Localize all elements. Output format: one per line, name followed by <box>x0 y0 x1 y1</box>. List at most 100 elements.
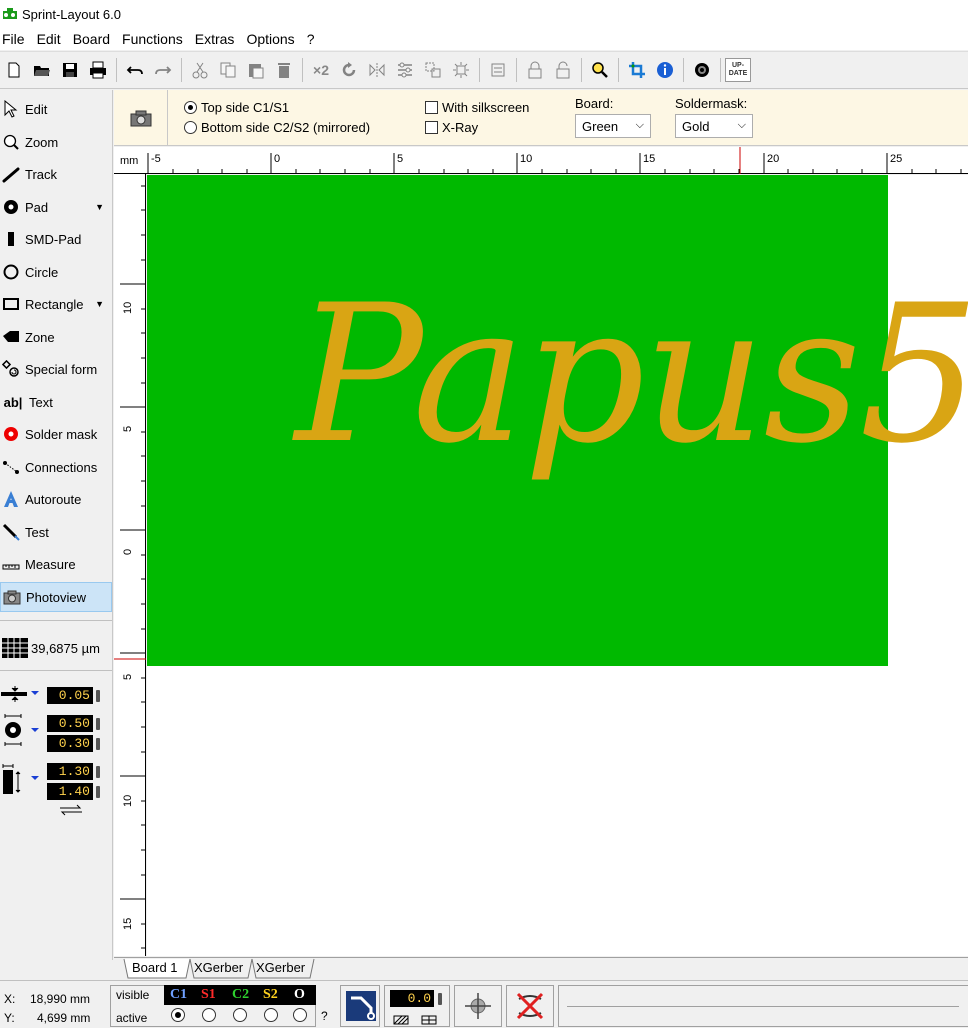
smd-height-pin-icon[interactable] <box>96 786 100 798</box>
crop-button[interactable] <box>625 58 649 82</box>
group-button[interactable] <box>421 58 445 82</box>
soldermask-color-select[interactable]: Gold ⌵ <box>675 114 753 138</box>
layer-s1-toggle[interactable]: S1 <box>201 987 216 1003</box>
menu-edit[interactable]: Edit <box>31 31 67 47</box>
layer-c1-toggle[interactable]: C1 <box>170 987 187 1003</box>
tool-zone[interactable]: Zone <box>0 322 112 352</box>
active-layer-c2-radio[interactable] <box>233 1008 247 1022</box>
menu-functions[interactable]: Functions <box>116 31 189 47</box>
tool-pad[interactable]: Pad ▼ <box>0 192 112 222</box>
tool-connections[interactable]: Connections <box>0 452 112 482</box>
silkscreen-checkbox[interactable]: With silkscreen <box>425 100 529 115</box>
save-button[interactable] <box>58 58 82 82</box>
pad-size-icon[interactable] <box>1 714 41 750</box>
open-file-button[interactable] <box>30 58 54 82</box>
layer-o-toggle[interactable]: O <box>294 987 305 1003</box>
track-width-pin-icon[interactable] <box>96 690 100 702</box>
fill-pattern-icon[interactable] <box>392 1013 442 1025</box>
photoview-camera-button[interactable] <box>114 90 168 146</box>
tool-test[interactable]: Test <box>0 517 112 547</box>
align-button[interactable] <box>393 58 417 82</box>
bottom-side-radio[interactable]: Bottom side C2/S2 (mirrored) <box>184 120 370 135</box>
pad-inner-pin-icon[interactable] <box>96 738 100 750</box>
tab-xgerber-1[interactable]: XGerber <box>190 958 247 978</box>
autoroute-icon <box>2 490 20 508</box>
menu-bar: File Edit Board Functions Extras Options… <box>0 28 968 50</box>
smd-height-value[interactable]: 1.40 <box>47 783 93 800</box>
tab-xgerber-2[interactable]: XGerber <box>252 958 309 978</box>
tool-photoview[interactable]: Photoview <box>0 582 112 612</box>
pad-dropdown-arrow[interactable]: ▼ <box>95 202 104 212</box>
tool-smd-pad[interactable]: SMD-Pad <box>0 224 112 254</box>
new-file-button[interactable] <box>2 58 26 82</box>
zoom-pin-icon[interactable] <box>438 993 442 1005</box>
pad-outer-value[interactable]: 0.50 <box>47 715 93 732</box>
zoom-value[interactable]: 0.0 <box>390 990 434 1007</box>
layer-c2-toggle[interactable]: C2 <box>232 987 249 1003</box>
rectangle-dropdown-arrow[interactable]: ▼ <box>95 299 104 309</box>
settings-button[interactable] <box>690 58 714 82</box>
smd-size-icon[interactable] <box>1 762 41 798</box>
pcb-board[interactable]: Papus51 <box>147 175 968 666</box>
copy-button[interactable] <box>216 58 240 82</box>
board-color-select[interactable]: Green ⌵ <box>575 114 651 138</box>
tool-zoom[interactable]: Zoom <box>0 127 112 157</box>
undo-button[interactable] <box>123 58 147 82</box>
active-layer-s1-radio[interactable] <box>202 1008 216 1022</box>
tool-solder-mask[interactable]: Solder mask <box>0 419 112 449</box>
menu-file[interactable]: File <box>0 31 31 47</box>
paste-button[interactable] <box>244 58 268 82</box>
active-layer-c1-radio[interactable] <box>171 1008 185 1022</box>
menu-help[interactable]: ? <box>301 31 321 47</box>
zoom-button[interactable] <box>588 58 612 82</box>
update-button[interactable]: UP- DATE <box>725 58 751 82</box>
tool-text[interactable]: ab| Text <box>0 387 112 417</box>
unlock-button[interactable] <box>551 58 575 82</box>
top-side-radio[interactable]: Top side C1/S1 <box>184 100 289 115</box>
lock-button[interactable] <box>523 58 547 82</box>
redo-button[interactable] <box>151 58 175 82</box>
layer-help-button[interactable]: ? <box>321 1009 328 1023</box>
delete-button[interactable] <box>272 58 296 82</box>
pad-outer-pin-icon[interactable] <box>96 718 100 730</box>
mirror-button[interactable] <box>365 58 389 82</box>
horizontal-ruler[interactable]: mm -5 0 5 10 15 20 25 <box>114 147 968 174</box>
grid-selector[interactable]: 39,6875 µm <box>0 633 112 663</box>
tab-board-1[interactable]: Board 1 <box>128 958 182 978</box>
tool-track[interactable]: Track <box>0 159 112 189</box>
menu-board[interactable]: Board <box>67 31 116 47</box>
tool-autoroute[interactable]: Autoroute <box>0 484 112 514</box>
vertical-ruler[interactable]: 10 5 0 5 10 15 <box>114 174 146 956</box>
swap-arrows-icon[interactable] <box>58 804 84 816</box>
tool-circle[interactable]: Circle <box>0 257 112 287</box>
no-connections-button[interactable] <box>506 985 554 1027</box>
duplicate-button[interactable]: ×2 <box>309 58 333 82</box>
tool-edit[interactable]: Edit <box>0 94 112 124</box>
tool-measure[interactable]: Measure <box>0 549 112 579</box>
tool-rectangle[interactable]: Rectangle ▼ <box>0 289 112 319</box>
tool-label: Rectangle <box>25 296 84 312</box>
layout-canvas[interactable]: Papus51 <box>147 175 968 956</box>
smd-width-value[interactable]: 1.30 <box>47 763 93 780</box>
rotate-button[interactable] <box>337 58 361 82</box>
pad-inner-value[interactable]: 0.30 <box>47 735 93 752</box>
track-width-value[interactable]: 0.05 <box>47 687 93 704</box>
autoroute-status-button[interactable] <box>340 985 380 1027</box>
smd-width-pin-icon[interactable] <box>96 766 100 778</box>
status-bar: X: 18,990 mm Y: 4,699 mm visible active … <box>0 980 968 1028</box>
ungroup-button[interactable] <box>449 58 473 82</box>
print-button[interactable] <box>86 58 110 82</box>
layer-s2-toggle[interactable]: S2 <box>263 987 278 1003</box>
info-button[interactable] <box>653 58 677 82</box>
board-text[interactable]: Papus51 <box>295 275 968 475</box>
cut-button[interactable] <box>188 58 212 82</box>
component-button[interactable] <box>486 58 510 82</box>
menu-extras[interactable]: Extras <box>189 31 241 47</box>
active-layer-s2-radio[interactable] <box>264 1008 278 1022</box>
track-width-icon[interactable] <box>1 686 41 702</box>
xray-checkbox[interactable]: X-Ray <box>425 120 478 135</box>
crosshair-button[interactable] <box>454 985 502 1027</box>
tool-special-form[interactable]: Special form <box>0 354 112 384</box>
active-layer-o-radio[interactable] <box>293 1008 307 1022</box>
menu-options[interactable]: Options <box>240 31 300 47</box>
